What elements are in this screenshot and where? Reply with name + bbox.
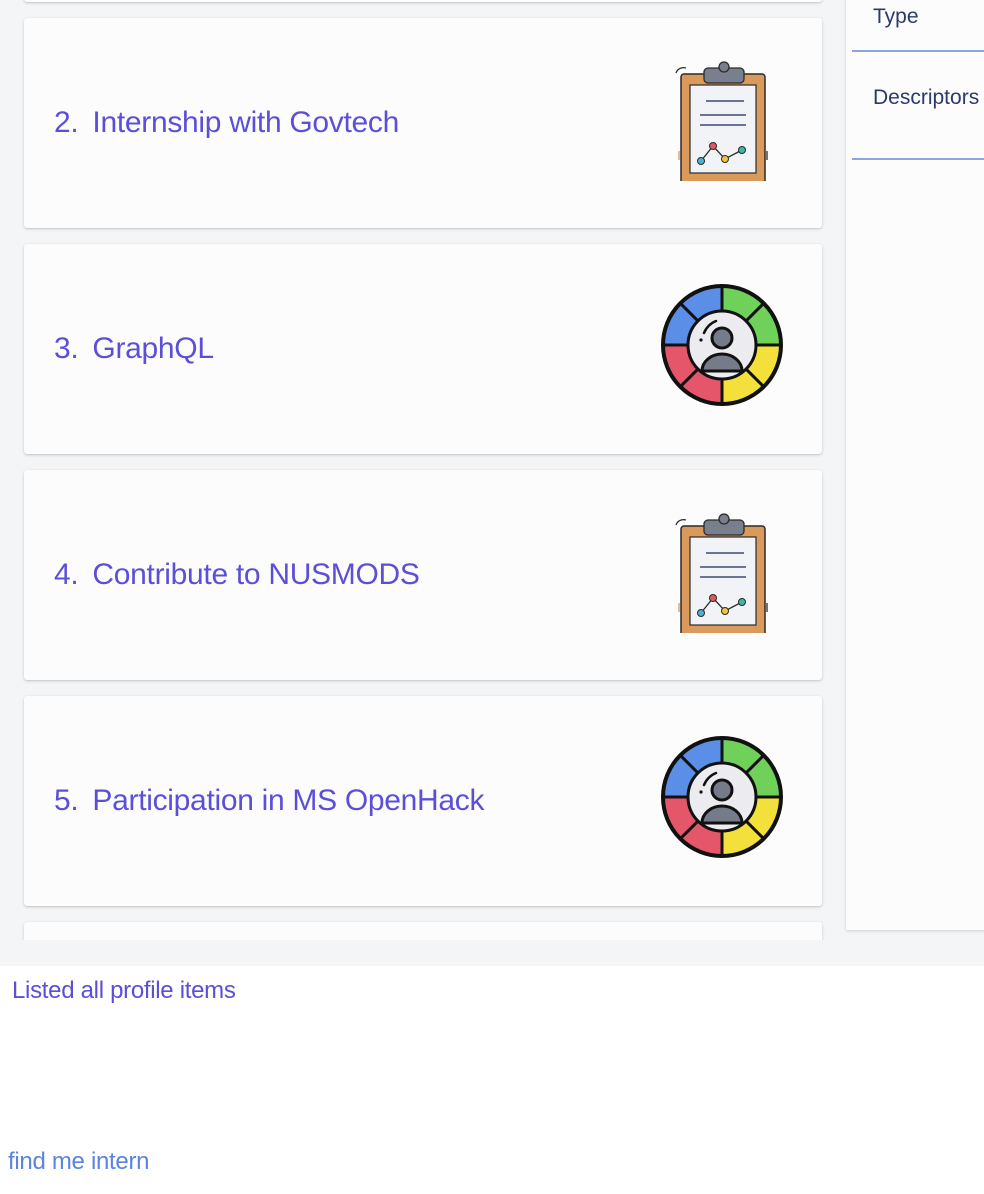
result-display: Listed all profile items xyxy=(12,977,236,1004)
profile-item-title: 5. Participation in MS OpenHack xyxy=(54,784,485,818)
descriptors-label: Descriptors xyxy=(873,86,980,109)
type-label: Type xyxy=(873,5,919,28)
profile-item-number: 4. xyxy=(54,558,79,591)
profile-item-number: 2. xyxy=(54,106,79,139)
clipboard-chart-icon xyxy=(660,509,784,633)
profile-item-number: 5. xyxy=(54,784,79,817)
profile-item-name: Contribute to NUSMODS xyxy=(92,558,420,591)
profile-item-name: Internship with Govtech xyxy=(92,106,400,139)
profile-item-card-partial-bottom[interactable] xyxy=(24,922,822,940)
profile-item-name: GraphQL xyxy=(92,332,214,365)
type-divider xyxy=(852,50,984,52)
profile-item-title: 2. Internship with Govtech xyxy=(54,106,399,140)
profile-item-card[interactable]: 4. Contribute to NUSMODS xyxy=(24,470,822,680)
profile-item-name: Participation in MS OpenHack xyxy=(92,784,485,817)
profile-detail-panel: Type Descriptors xyxy=(846,0,984,930)
profile-item-title: 4. Contribute to NUSMODS xyxy=(54,558,420,592)
profile-item-card[interactable]: 5. Participation in MS OpenHack xyxy=(24,696,822,906)
main-region: 2. Internship with Govtech 3. GraphQL 4.… xyxy=(0,0,984,966)
user-color-wheel-icon xyxy=(660,735,784,859)
profile-item-title: 3. GraphQL xyxy=(54,332,214,366)
profile-item-card[interactable]: 2. Internship with Govtech xyxy=(24,18,822,228)
profile-item-card[interactable]: 3. GraphQL xyxy=(24,244,822,454)
clipboard-chart-icon xyxy=(660,57,784,181)
profile-item-list[interactable]: 2. Internship with Govtech 3. GraphQL 4.… xyxy=(0,0,846,940)
command-input[interactable] xyxy=(8,1148,908,1176)
profile-item-number: 3. xyxy=(54,332,79,365)
descriptors-divider xyxy=(852,158,984,160)
profile-item-card-partial-top[interactable] xyxy=(24,0,822,2)
user-color-wheel-icon xyxy=(660,283,784,407)
